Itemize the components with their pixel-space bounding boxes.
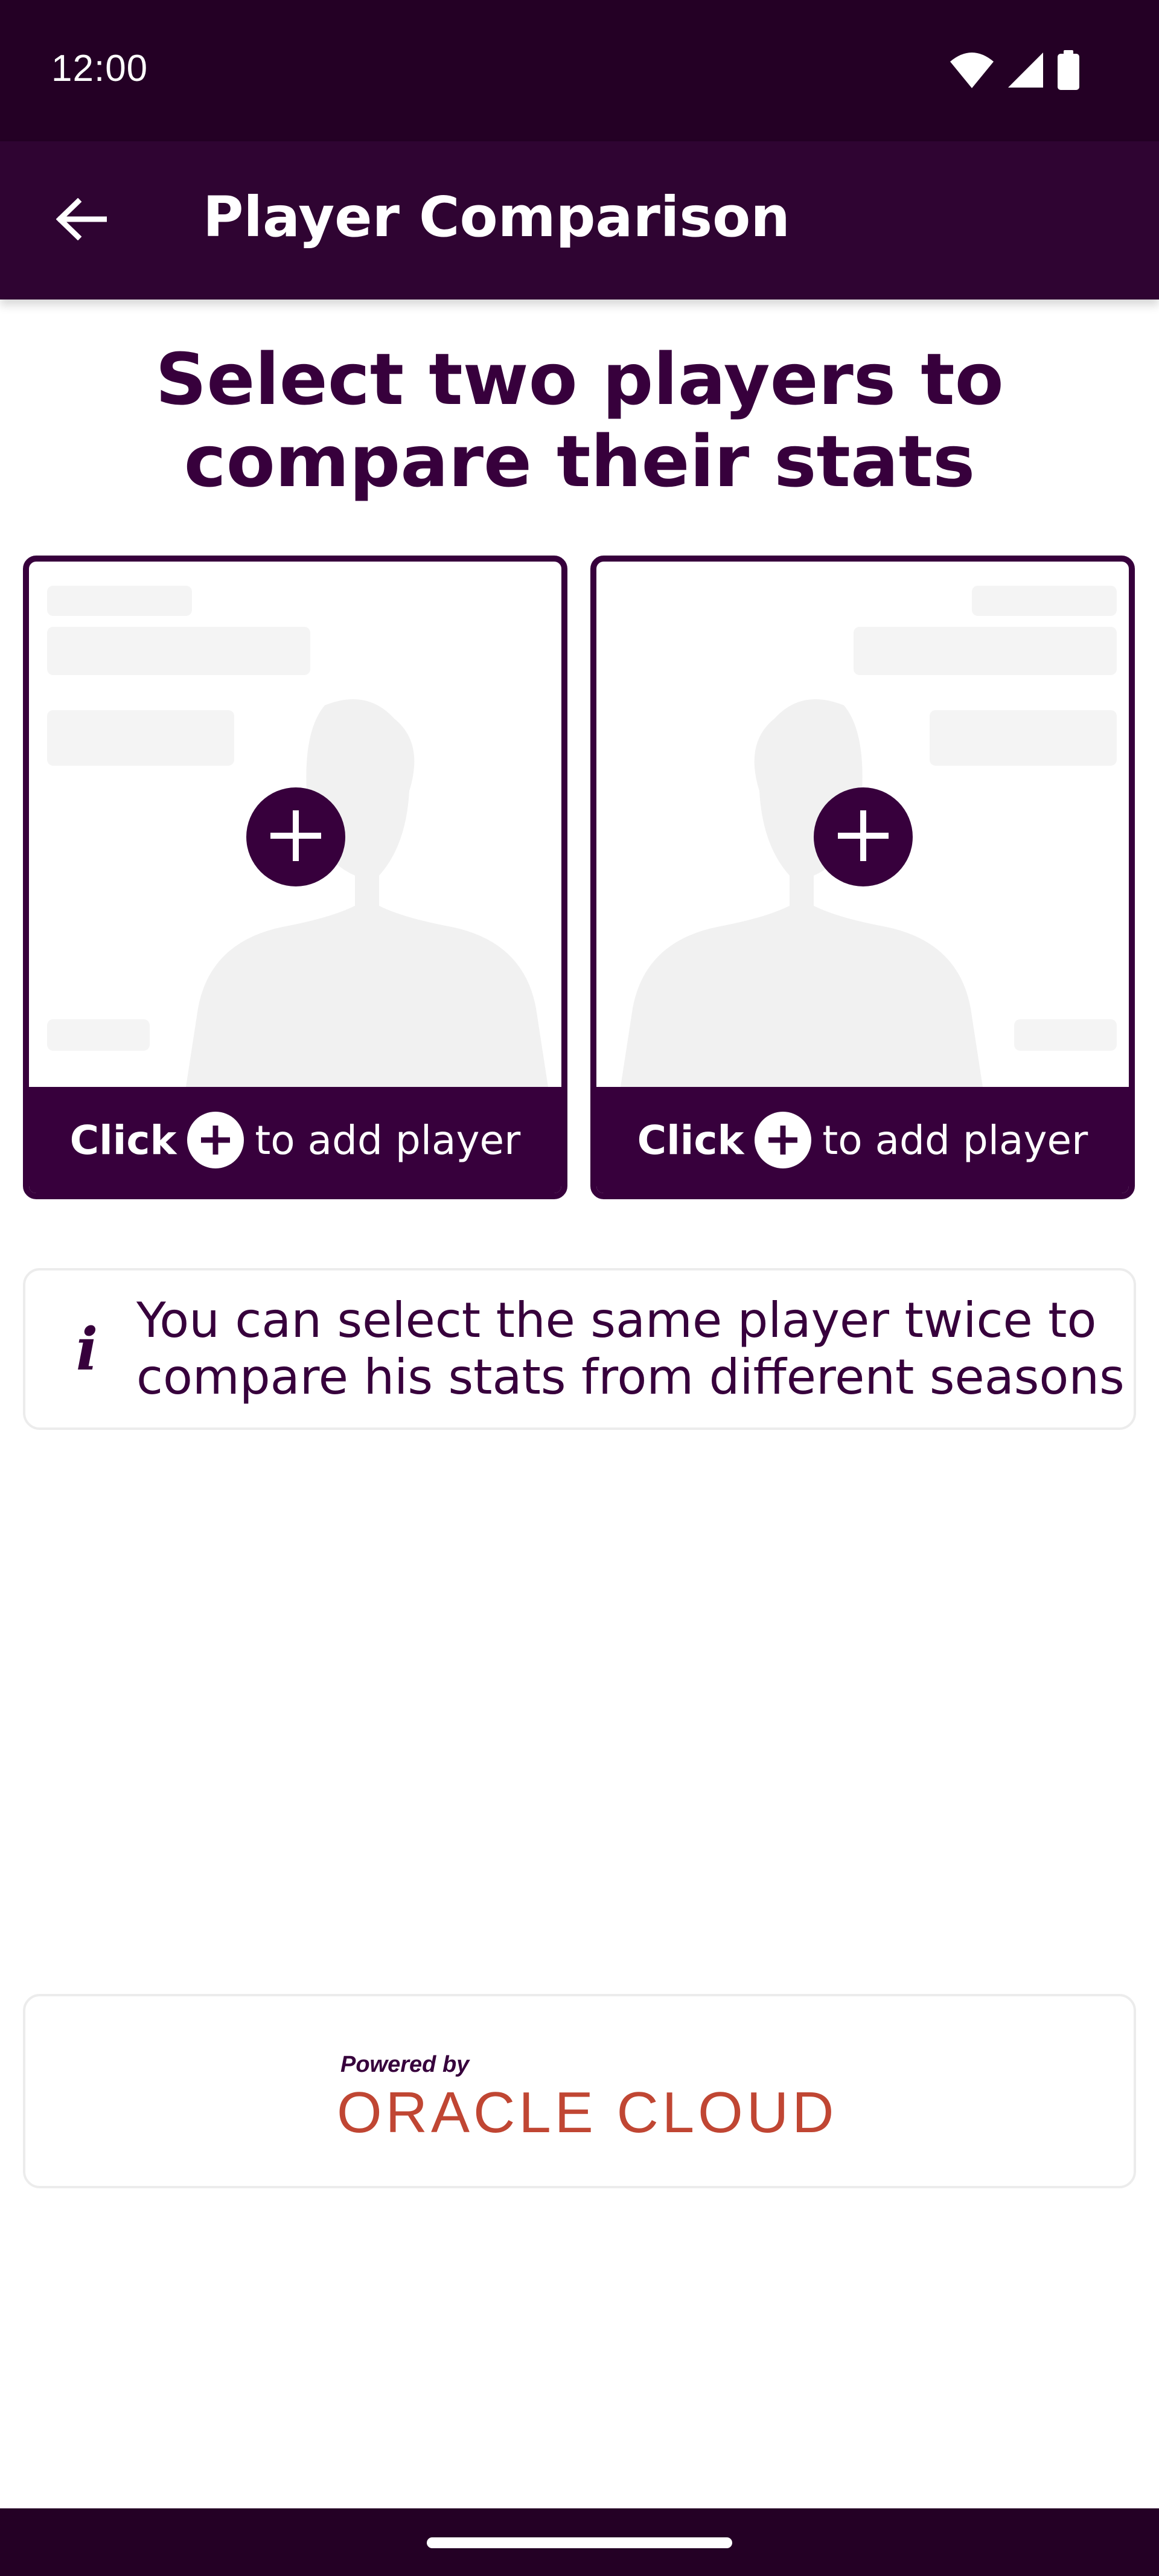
instruction-heading-line-2: compare their stats: [184, 420, 975, 503]
signal-icon: [1007, 51, 1044, 91]
info-text-line-2: compare his stats from different seasons: [136, 1349, 1125, 1405]
hint-click-label: Click: [637, 1117, 744, 1164]
hint-text: to add player: [822, 1117, 1088, 1164]
skeleton-line: [1014, 1019, 1117, 1051]
plus-icon: [755, 1112, 812, 1168]
status-time: 12:00: [51, 48, 148, 89]
player-silhouette-icon: [186, 699, 548, 1087]
plus-icon: [833, 806, 893, 868]
home-gesture-handle[interactable]: [427, 2537, 732, 2548]
sponsor-banner: Powered by ORACLE CLOUD: [23, 1994, 1136, 2188]
instruction-heading: Select two players to compare their stat…: [0, 338, 1159, 502]
info-icon: i: [75, 1315, 98, 1383]
skeleton-line: [972, 586, 1117, 616]
system-navigation-bar: [0, 2508, 1159, 2576]
arrow-left-icon: [56, 197, 107, 243]
status-icons: [949, 50, 1081, 92]
skeleton-line: [47, 586, 192, 616]
status-bar: 12:00: [0, 0, 1159, 141]
app-bar: Player Comparison: [0, 141, 1159, 300]
plus-icon: [187, 1112, 244, 1168]
add-player-button[interactable]: [814, 787, 913, 886]
info-box: i You can select the same player twice t…: [23, 1268, 1136, 1430]
hint-click-label: Click: [69, 1117, 177, 1164]
skeleton-line: [47, 627, 310, 675]
add-player-button[interactable]: [246, 787, 345, 886]
player-slot-1[interactable]: Click to add player: [23, 556, 567, 1199]
add-player-hint: Click to add player: [596, 1087, 1129, 1193]
wifi-icon: [949, 51, 995, 92]
skeleton-line: [47, 1019, 150, 1051]
back-button[interactable]: [48, 187, 115, 254]
player-silhouette-icon: [621, 699, 983, 1087]
powered-by-label: Powered by: [340, 2052, 470, 2077]
skeleton-line: [854, 627, 1117, 675]
add-player-hint: Click to add player: [29, 1087, 561, 1193]
plus-icon: [266, 806, 326, 868]
page-title: Player Comparison: [203, 185, 790, 249]
player-slot-2[interactable]: Click to add player: [590, 556, 1135, 1199]
info-text-line-1: You can select the same player twice to: [136, 1292, 1097, 1348]
battery-icon: [1056, 50, 1081, 92]
info-text: You can select the same player twice to …: [136, 1292, 1125, 1406]
instruction-heading-line-1: Select two players to: [155, 338, 1004, 421]
oracle-cloud-logo: ORACLE CLOUD: [337, 2080, 838, 2145]
hint-text: to add player: [255, 1117, 521, 1164]
